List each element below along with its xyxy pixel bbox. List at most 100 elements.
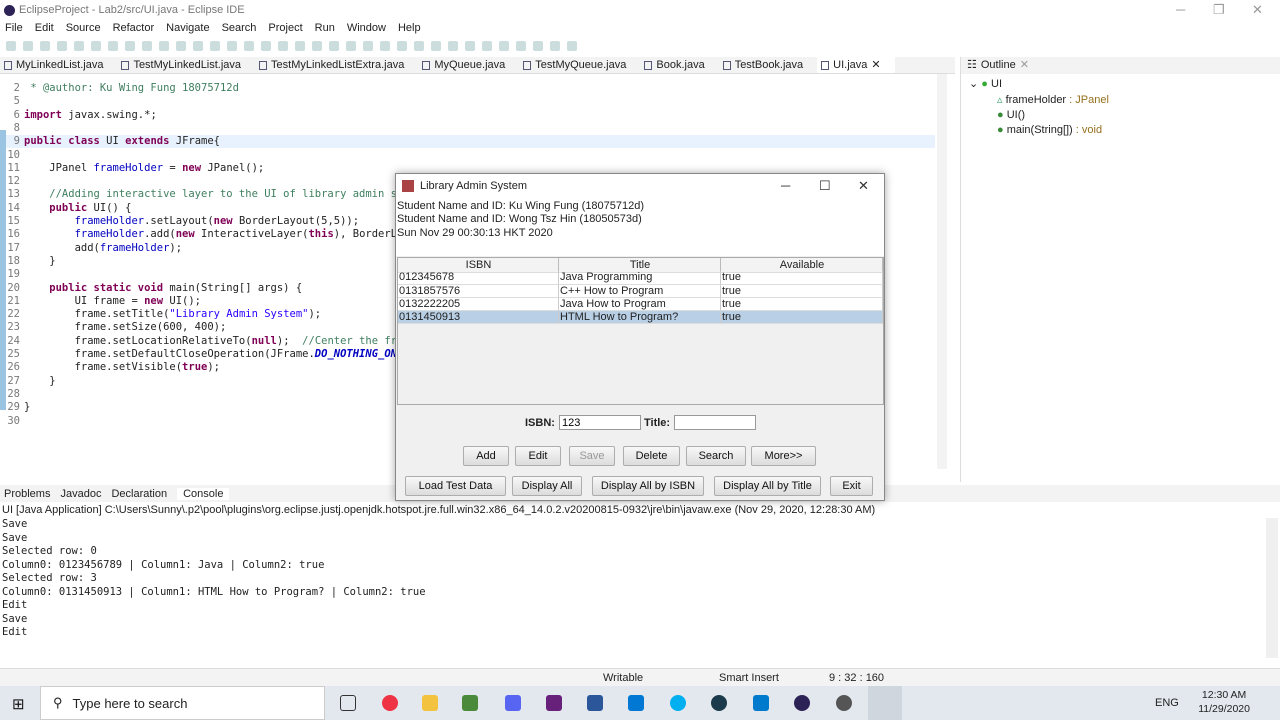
tab-book-java[interactable]: Book.java — [640, 57, 718, 73]
tab-close-icon[interactable]: ✕ — [871, 57, 880, 74]
menu-search[interactable]: Search — [222, 22, 257, 34]
tab-ui-java[interactable]: UI.java ✕ — [817, 57, 895, 74]
more-button[interactable]: More>> — [751, 446, 816, 466]
language-indicator[interactable]: ENG — [1155, 697, 1179, 709]
clock[interactable]: 12:30 AM 11/29/2020 — [1198, 688, 1250, 716]
toolbar-button-icon[interactable] — [431, 41, 441, 51]
menu-file[interactable]: File — [5, 22, 23, 34]
toolbar-button-icon[interactable] — [193, 41, 203, 51]
toolbar-button-icon[interactable] — [210, 41, 220, 51]
toolbar-button-icon[interactable] — [295, 41, 305, 51]
tab-javadoc[interactable]: Javadoc — [60, 488, 101, 500]
dialog-maximize-button[interactable]: ☐ — [819, 178, 831, 194]
toolbar-button-icon[interactable] — [346, 41, 356, 51]
tab-problems[interactable]: Problems — [4, 488, 50, 500]
menu-navigate[interactable]: Navigate — [166, 22, 209, 34]
mail-icon[interactable] — [628, 695, 644, 711]
display-all-by-isbn-button[interactable]: Display All by ISBN — [592, 476, 704, 496]
dialog-minimize-button[interactable]: ─ — [781, 178, 790, 193]
toolbar-button-icon[interactable] — [108, 41, 118, 51]
dialog-close-button[interactable]: ✕ — [858, 178, 869, 194]
display-all-by-title-button[interactable]: Display All by Title — [714, 476, 821, 496]
outline-item-frameholder[interactable]: ▵ frameHolder : JPanel — [997, 93, 1109, 106]
eclipse-icon[interactable] — [794, 695, 810, 711]
vscode-icon[interactable] — [753, 695, 769, 711]
toolbar-button-icon[interactable] — [23, 41, 33, 51]
toolbar-button-icon[interactable] — [312, 41, 322, 51]
java-app-icon[interactable] — [868, 686, 902, 720]
table-row[interactable]: 012345678 Java Programming true — [398, 271, 883, 285]
toolbar-button-icon[interactable] — [40, 41, 50, 51]
toolbar-button-icon[interactable] — [244, 41, 254, 51]
toolbar-button-icon[interactable] — [57, 41, 67, 51]
toolbar-button-icon[interactable] — [176, 41, 186, 51]
taskbar-search[interactable]: ⚲ Type here to search — [40, 686, 325, 720]
menu-project[interactable]: Project — [268, 22, 302, 34]
app-icon[interactable] — [836, 695, 852, 711]
app-icon[interactable] — [462, 695, 478, 711]
chrome-icon[interactable] — [382, 695, 398, 711]
toolbar-button-icon[interactable] — [414, 41, 424, 51]
toolbar-button-icon[interactable] — [329, 41, 339, 51]
toolbar-button-icon[interactable] — [91, 41, 101, 51]
tab-testmylinkedlistextra-java[interactable]: TestMyLinkedListExtra.java — [255, 57, 418, 73]
file-explorer-icon[interactable] — [422, 695, 438, 711]
tab-console[interactable]: Console — [177, 487, 230, 500]
toolbar-button-icon[interactable] — [278, 41, 288, 51]
toolbar-button-icon[interactable] — [227, 41, 237, 51]
tab-testbook-java[interactable]: TestBook.java — [719, 57, 817, 73]
save-button[interactable]: Save — [569, 446, 615, 466]
toolbar-button-icon[interactable] — [567, 41, 577, 51]
tab-mylinkedlist-java[interactable]: MyLinkedList.java — [0, 57, 117, 73]
visual-studio-icon[interactable] — [546, 695, 562, 711]
table-row[interactable]: 0132222205 Java How to Program true — [398, 297, 883, 312]
editor-scrollbar[interactable] — [937, 74, 947, 469]
toolbar-button-icon[interactable] — [533, 41, 543, 51]
tab-myqueue-java[interactable]: MyQueue.java — [418, 57, 519, 73]
toolbar-button-icon[interactable] — [363, 41, 373, 51]
menu-source[interactable]: Source — [66, 22, 101, 34]
word-icon[interactable] — [587, 695, 603, 711]
add-button[interactable]: Add — [463, 446, 509, 466]
console-output[interactable]: Save Save Selected row: 0 Column0: 01234567… — [0, 518, 1265, 658]
load-test-data-button[interactable]: Load Test Data — [405, 476, 506, 496]
isbn-input[interactable] — [558, 415, 641, 430]
skype-icon[interactable] — [670, 695, 686, 711]
toolbar-button-icon[interactable] — [380, 41, 390, 51]
menu-help[interactable]: Help — [398, 22, 421, 34]
search-button[interactable]: Search — [686, 446, 746, 466]
toolbar-button-icon[interactable] — [397, 41, 407, 51]
exit-button[interactable]: Exit — [830, 476, 873, 496]
task-view-icon[interactable] — [340, 695, 356, 711]
discord-icon[interactable] — [505, 695, 521, 711]
title-input[interactable] — [674, 415, 757, 430]
books-table[interactable]: ISBN Title Available 012345678 Java Programm… — [397, 257, 884, 405]
table-row[interactable]: 0131450913 HTML How to Program? true — [398, 311, 883, 325]
windows-start-icon[interactable]: ⊞ — [12, 695, 25, 713]
outline-item-main-string[interactable]: ● main(String[]) : void — [997, 124, 1102, 136]
edit-button[interactable]: Edit — [515, 446, 561, 466]
table-row[interactable]: 0131857576 C++ How to Program true — [398, 284, 883, 298]
toolbar-button-icon[interactable] — [465, 41, 475, 51]
menu-run[interactable]: Run — [315, 22, 335, 34]
toolbar-button-icon[interactable] — [448, 41, 458, 51]
toolbar-button-icon[interactable] — [74, 41, 84, 51]
outline-root[interactable]: ⌄ ● UI — [969, 77, 1002, 90]
tab-declaration[interactable]: Declaration — [111, 488, 167, 500]
toolbar-button-icon[interactable] — [6, 41, 16, 51]
close-button[interactable]: ✕ — [1252, 2, 1263, 18]
maximize-button[interactable]: ❐ — [1213, 2, 1225, 18]
app-icon[interactable] — [711, 695, 727, 711]
toolbar-button-icon[interactable] — [159, 41, 169, 51]
console-scrollbar[interactable] — [1266, 518, 1278, 658]
minimize-button[interactable]: ─ — [1176, 2, 1185, 17]
toolbar-button-icon[interactable] — [550, 41, 560, 51]
toolbar-button-icon[interactable] — [482, 41, 492, 51]
toolbar-button-icon[interactable] — [261, 41, 271, 51]
toolbar-button-icon[interactable] — [499, 41, 509, 51]
delete-button[interactable]: Delete — [623, 446, 680, 466]
toolbar-button-icon[interactable] — [516, 41, 526, 51]
outline-item-ui[interactable]: ● UI() — [997, 109, 1025, 121]
menu-refactor[interactable]: Refactor — [113, 22, 155, 34]
tab-testmyqueue-java[interactable]: TestMyQueue.java — [519, 57, 640, 73]
